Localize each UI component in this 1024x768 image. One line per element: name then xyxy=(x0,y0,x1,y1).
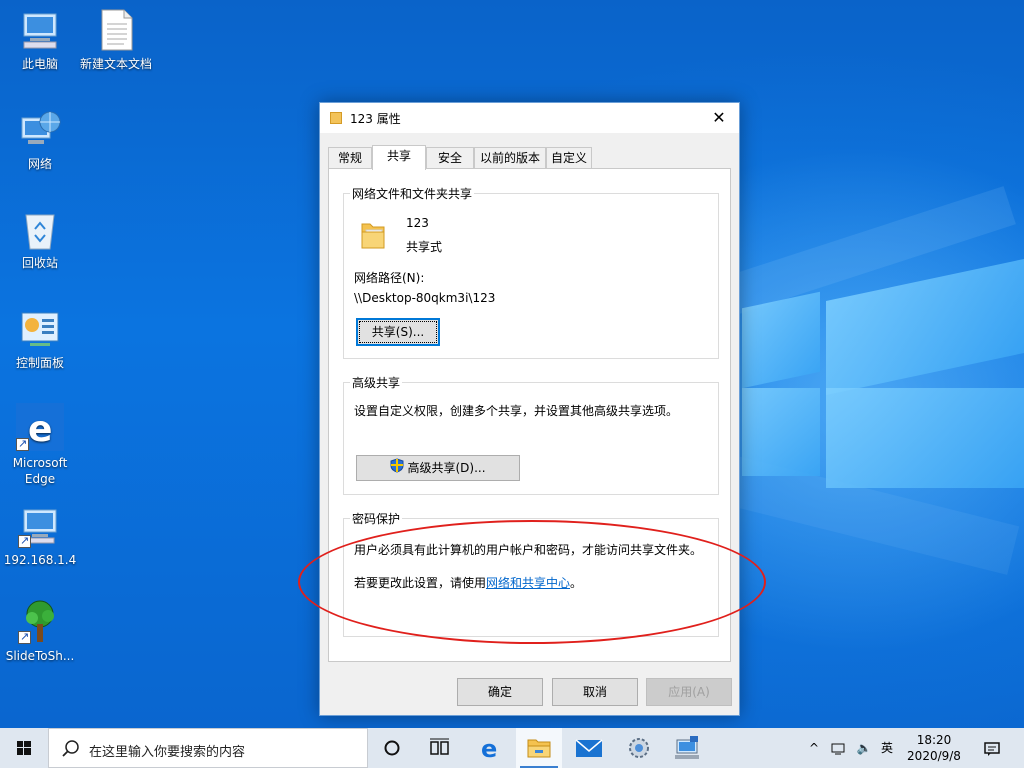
wallpaper-logo-pane xyxy=(826,388,1024,488)
password-protection-info: 用户必须具有此计算机的用户帐户和密码，才能访问共享文件夹。 xyxy=(354,543,703,557)
desktop-icon-slidetoshutdown[interactable]: SlideToSh... xyxy=(2,600,78,664)
shortcut-arrow-icon xyxy=(18,629,31,645)
desktop-icon-label: SlideToSh... xyxy=(5,649,75,663)
task-view-icon xyxy=(430,738,449,755)
taskbar-mail[interactable] xyxy=(566,728,612,768)
action-center-button[interactable] xyxy=(978,728,1006,768)
change-setting-prefix: 若要更改此设置，请使用 xyxy=(354,576,487,590)
network-status-icon[interactable] xyxy=(828,728,850,768)
desktop-icon-remote-pc[interactable]: 192.168.1.4 xyxy=(2,504,78,568)
close-button[interactable]: ✕ xyxy=(699,103,739,133)
share-button[interactable]: 共享(S)... xyxy=(356,318,440,346)
tree-icon xyxy=(18,600,62,645)
mail-icon xyxy=(575,739,603,757)
file-explorer-icon xyxy=(527,739,551,758)
share-button-label: 共享(S)... xyxy=(371,325,425,339)
cortana-circle-icon xyxy=(384,740,400,756)
sharing-tab-panel: 网络文件和文件夹共享 123 共享式 网络路径(N): \\Desktop-80… xyxy=(328,168,731,662)
taskbar-file-explorer[interactable] xyxy=(516,728,562,768)
share-state: 共享式 xyxy=(406,240,443,254)
search-icon xyxy=(62,740,79,757)
edge-icon: e xyxy=(481,735,497,763)
folder-name: 123 xyxy=(406,216,429,230)
advanced-sharing-description: 设置自定义权限，创建多个共享，并设置其他高级共享选项。 xyxy=(354,404,679,418)
clock-time: 18:20 xyxy=(916,733,952,747)
network-path-label: 网络路径(N): xyxy=(354,271,425,285)
password-protection-group: 密码保护 用户必须具有此计算机的用户帐户和密码，才能访问共享文件夹。 若要更改此… xyxy=(343,510,719,637)
advanced-sharing-group: 高级共享 设置自定义权限，创建多个共享，并设置其他高级共享选项。 高级共享(D)… xyxy=(343,374,719,495)
tab-general[interactable]: 常规 xyxy=(328,147,372,169)
desktop-icon-new-text-doc[interactable]: 新建文本文档 xyxy=(78,8,154,72)
wallpaper-logo-pane xyxy=(742,291,820,389)
desktop-icon-label: 192.168.1.4 xyxy=(3,553,77,567)
desktop-icon-control-panel[interactable]: 控制面板 xyxy=(2,307,78,371)
change-setting-suffix: 。 xyxy=(570,576,583,590)
svg-text:e: e xyxy=(481,735,497,763)
network-path-value: \\Desktop-80qkm3i\123 xyxy=(354,291,496,305)
taskbar-settings-app[interactable] xyxy=(616,728,662,768)
windows-logo-icon xyxy=(17,741,31,755)
desktop-icon-network[interactable]: 网络 xyxy=(2,108,78,172)
taskbar-search-box[interactable]: 在这里输入你要搜索的内容 xyxy=(48,728,368,768)
desktop-icon-label: 控制面板 xyxy=(15,356,64,370)
cortana-button[interactable] xyxy=(370,728,416,768)
wallpaper-logo-pane xyxy=(826,258,1024,396)
wallpaper-logo-pane xyxy=(742,388,820,476)
group-title: 高级共享 xyxy=(350,374,403,391)
advanced-sharing-button-label: 高级共享(D)... xyxy=(407,461,486,475)
properties-dialog: 123 属性 ✕ 常规 共享 安全 以前的版本 自定义 网络文件和文件夹共享 1… xyxy=(319,102,740,716)
network-sharing-center-link[interactable]: 网络和共享中心 xyxy=(486,576,570,590)
computer-icon xyxy=(18,8,62,52)
uac-shield-icon xyxy=(390,457,404,481)
desktop-icon-this-pc[interactable]: 此电脑 xyxy=(2,8,78,72)
edge-icon: e xyxy=(16,403,64,452)
tab-security[interactable]: 安全 xyxy=(426,147,474,169)
start-button[interactable] xyxy=(0,728,48,768)
clock-date: 2020/9/8 xyxy=(907,749,961,763)
input-method-indicator[interactable]: 英 xyxy=(876,728,898,768)
advanced-sharing-button[interactable]: 高级共享(D)... xyxy=(356,455,520,481)
shortcut-arrow-icon xyxy=(18,533,31,549)
shortcut-arrow-icon xyxy=(16,436,29,452)
volume-icon[interactable]: 🔈 xyxy=(852,728,876,768)
taskbar-edge[interactable]: e xyxy=(468,728,514,768)
network-sharing-group: 网络文件和文件夹共享 123 共享式 网络路径(N): \\Desktop-80… xyxy=(343,185,719,359)
dialog-title: 123 属性 xyxy=(350,112,401,126)
tab-customize[interactable]: 自定义 xyxy=(546,147,592,169)
search-placeholder: 在这里输入你要搜索的内容 xyxy=(89,745,246,760)
folder-icon xyxy=(360,220,386,250)
taskbar: 在这里输入你要搜索的内容 e ^ 🔈 英 18:20 2020/9/8 xyxy=(0,728,1024,768)
recycle-bin-icon xyxy=(18,207,62,251)
group-title: 密码保护 xyxy=(350,510,403,527)
notification-icon xyxy=(984,741,1000,756)
apply-button[interactable]: 应用(A) xyxy=(646,678,732,706)
control-panel-icon xyxy=(18,307,62,351)
desktop-icon-label: 此电脑 xyxy=(21,57,58,71)
network-computer-icon xyxy=(675,736,699,759)
cancel-button[interactable]: 取消 xyxy=(552,678,638,706)
text-document-icon xyxy=(94,8,138,52)
desktop-icon-label: 网络 xyxy=(27,157,52,171)
desktop-icon-label: 回收站 xyxy=(21,256,58,270)
desktop-icon-recycle-bin[interactable]: 回收站 xyxy=(2,207,78,271)
computer-icon xyxy=(18,504,62,549)
network-icon xyxy=(18,108,62,152)
dialog-titlebar[interactable]: 123 属性 ✕ xyxy=(320,103,739,133)
clock[interactable]: 18:20 2020/9/8 xyxy=(902,728,966,768)
ok-button[interactable]: 确定 xyxy=(457,678,543,706)
taskbar-network-app[interactable] xyxy=(664,728,710,768)
settings-gear-icon xyxy=(629,738,649,758)
change-setting-text: 若要更改此设置，请使用网络和共享中心。 xyxy=(354,574,582,591)
svg-text:e: e xyxy=(28,409,52,450)
desktop-icon-label: 新建文本文档 xyxy=(79,57,152,71)
tab-sharing[interactable]: 共享 xyxy=(372,145,426,170)
show-hidden-icons-button[interactable]: ^ xyxy=(804,728,824,768)
tab-previous-versions[interactable]: 以前的版本 xyxy=(474,147,546,169)
task-view-button[interactable] xyxy=(416,728,462,768)
group-title: 网络文件和文件夹共享 xyxy=(350,185,475,202)
desktop-icon-label: Microsoft Edge xyxy=(12,456,68,486)
desktop-icon-edge[interactable]: e Microsoft Edge xyxy=(2,403,78,487)
folder-icon xyxy=(330,112,342,124)
